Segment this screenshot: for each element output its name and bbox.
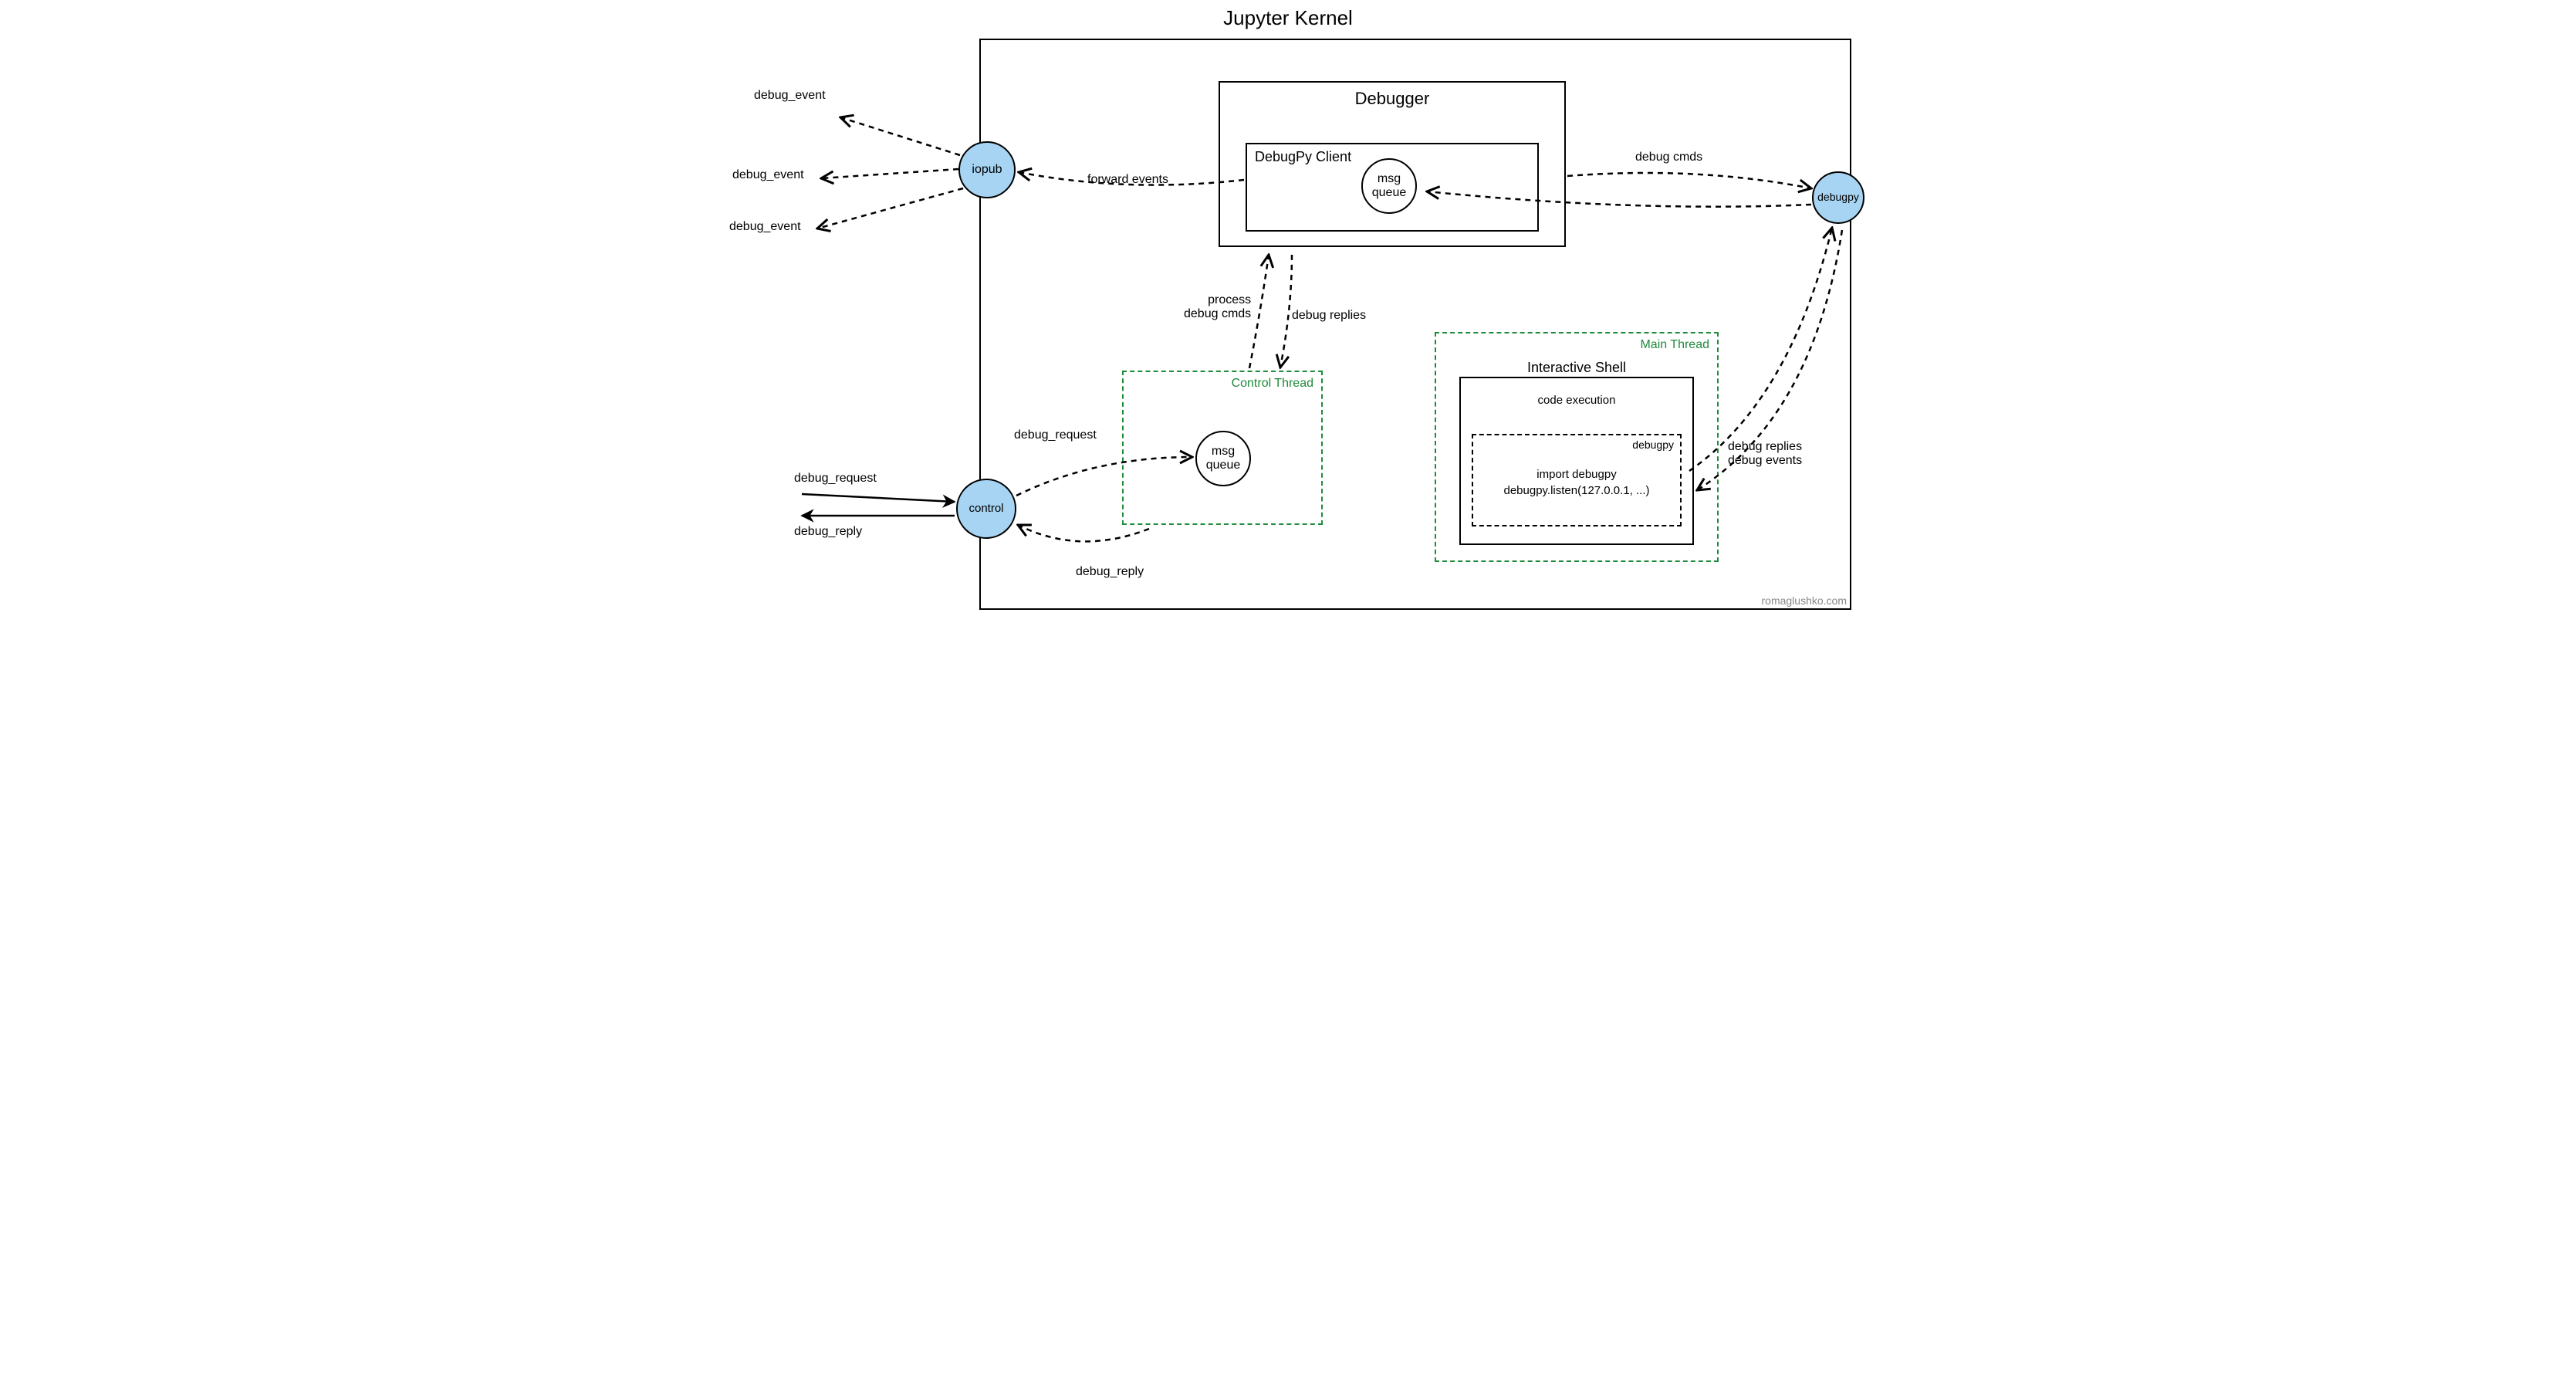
msg-queue-debugger: msg queue	[1361, 158, 1417, 214]
control-node: control	[956, 479, 1016, 539]
diagram-title: Jupyter Kernel	[1223, 6, 1353, 30]
iopub-label: iopub	[972, 163, 1002, 177]
code-line-1: import debugpy	[1473, 468, 1680, 481]
debugpy-node: debugpy	[1812, 171, 1864, 224]
code-execution-label: code execution	[1538, 394, 1616, 407]
code-line-2: debugpy.listen(127.0.0.1, ...)	[1473, 484, 1680, 497]
debugpy-code-box: debugpy import debugpy debugpy.listen(12…	[1472, 434, 1682, 526]
diagram-canvas: Jupyter Kernel romaglushko.com Debugger …	[709, 0, 1867, 624]
edge-label-debug-event-3: debug_event	[729, 220, 801, 234]
attribution-text: romaglushko.com	[1762, 594, 1847, 607]
arrow-iopub-event-1	[840, 117, 960, 155]
debugpy-label: debugpy	[1817, 191, 1859, 203]
msg-queue-2-label: msg queue	[1206, 445, 1241, 472]
edge-label-debug-cmds: debug cmds	[1635, 151, 1702, 164]
control-label: control	[969, 503, 1003, 516]
interactive-shell-title: Interactive Shell	[1527, 360, 1626, 376]
edge-label-debug-event-2: debug_event	[732, 168, 804, 182]
debugger-title: Debugger	[1220, 89, 1564, 109]
msg-queue-1-label: msg queue	[1372, 172, 1407, 199]
debugpy-client-title: DebugPy Client	[1255, 149, 1351, 165]
debugpy-inner-label: debugpy	[1632, 438, 1674, 451]
arrow-iopub-event-2	[821, 169, 958, 178]
msg-queue-control: msg queue	[1195, 431, 1251, 486]
edge-label-debug-reply-outer: debug_reply	[794, 525, 862, 539]
edge-label-process-debug-cmds: process debug cmds	[1184, 293, 1251, 321]
edge-label-debug-event-1: debug_event	[754, 89, 826, 103]
edge-label-debug-reply-inner: debug_reply	[1076, 565, 1144, 579]
edge-label-debug-request-outer: debug_request	[794, 472, 877, 486]
edge-label-forward-events: forward events	[1087, 173, 1168, 187]
edge-label-debug-replies-events: debug replies debug events	[1728, 440, 1802, 468]
iopub-node: iopub	[958, 141, 1016, 198]
main-thread-label: Main Thread	[1640, 338, 1709, 352]
arrow-debug-request-outer	[802, 494, 955, 502]
edge-label-debug-request-inner: debug_request	[1014, 428, 1097, 442]
edge-label-debug-replies: debug replies	[1292, 309, 1366, 323]
arrow-iopub-event-3	[817, 188, 963, 229]
control-thread-label: Control Thread	[1232, 377, 1313, 391]
